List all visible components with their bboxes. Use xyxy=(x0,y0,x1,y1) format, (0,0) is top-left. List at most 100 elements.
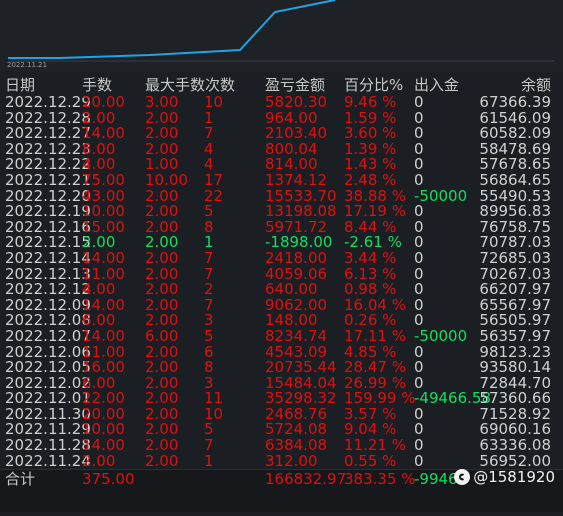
cell-flow: 0 xyxy=(414,202,424,221)
watermark: @1581920 xyxy=(454,468,555,486)
cell-count: 4 xyxy=(204,155,214,174)
cell-max-lots: 2.00 xyxy=(145,358,179,377)
cell-date: 2022.12.07 xyxy=(5,326,91,345)
cell-count: 7 xyxy=(204,248,214,267)
cell-max-lots: 3.00 xyxy=(145,93,179,111)
cell-pct: 0.55 % xyxy=(344,451,397,470)
cell-lots: 2.00 xyxy=(82,108,116,127)
table-row: 2022.11.29 10.00 2.00 5 5724.08 9.04 % 0 69060.… xyxy=(0,421,563,437)
table-row: 2022.12.27 14.00 2.00 7 2103.40 3.60 % 0 60582.… xyxy=(0,125,563,141)
cell-balance: 56864.65 xyxy=(479,170,551,189)
cell-lots: 6.00 xyxy=(82,373,116,392)
cell-count: 1 xyxy=(204,451,214,470)
equity-line xyxy=(8,0,336,59)
cell-lots: 4.00 xyxy=(82,155,116,174)
cell-balance: 69060.16 xyxy=(479,420,551,439)
cell-count: 8 xyxy=(204,358,214,377)
cell-balance: 57360.66 xyxy=(479,389,551,408)
cell-pnl: 6384.08 xyxy=(265,436,328,455)
cell-pct: 8.44 % xyxy=(344,217,397,236)
table-row: 2022.11.30 20.00 2.00 10 2468.76 3.57 % 0 71528… xyxy=(0,406,563,422)
table-row: 2022.12.16 15.00 2.00 8 5971.72 8.44 % 0 76758.… xyxy=(0,219,563,235)
cell-max-lots: 6.00 xyxy=(145,326,179,345)
cell-pct: 9.04 % xyxy=(344,420,397,439)
cell-flow: 0 xyxy=(414,233,424,252)
cell-balance: 63336.08 xyxy=(479,436,551,455)
cell-count: 7 xyxy=(204,295,214,314)
cell-pct: 38.88 % xyxy=(344,186,406,205)
total-pnl: 166832.97 xyxy=(265,470,347,488)
cell-pnl: 13198.08 xyxy=(265,202,337,221)
cell-flow: 0 xyxy=(414,373,424,392)
cell-count: 3 xyxy=(204,373,214,392)
table-row: 2022.12.29 20.00 3.00 10 5820.30 9.46 % 0 67366… xyxy=(0,94,563,110)
table-row: 2022.11.24 2.00 2.00 1 312.00 0.55 % 0 56952.00 xyxy=(0,453,563,469)
cell-count: 1 xyxy=(204,108,214,127)
cell-count: 22 xyxy=(204,186,224,205)
cell-pct: 17.19 % xyxy=(344,202,406,221)
cell-date: 2022.12.14 xyxy=(5,248,91,267)
cell-count: 11 xyxy=(204,389,224,408)
cell-max-lots: 2.00 xyxy=(145,264,179,283)
cell-balance: 58478.69 xyxy=(479,139,551,158)
table-row: 2022.12.19 10.00 2.00 5 13198.08 17.19 % 0 8995… xyxy=(0,203,563,219)
cell-lots: 15.00 xyxy=(82,217,125,236)
total-label: 合计 xyxy=(5,470,36,488)
cell-pct: 26.99 % xyxy=(344,373,406,392)
cell-count: 6 xyxy=(204,342,214,361)
chart-date-label: 2022.11.21 xyxy=(7,61,48,69)
cell-pct: 1.59 % xyxy=(344,108,397,127)
cell-date: 2022.12.06 xyxy=(5,342,91,361)
cell-max-lots: 2.00 xyxy=(145,311,179,330)
cell-date: 2022.12.27 xyxy=(5,124,91,143)
cell-max-lots: 2.00 xyxy=(145,295,179,314)
table-row: 2022.12.07 14.00 6.00 5 8234.74 17.11 % -50000… xyxy=(0,328,563,344)
cell-balance: 70787.03 xyxy=(479,233,551,252)
cell-pnl: 4543.09 xyxy=(265,342,328,361)
cell-pnl: 312.00 xyxy=(265,451,318,470)
cell-flow: 0 xyxy=(414,451,424,470)
cell-pnl: 800.04 xyxy=(265,139,318,158)
cell-pnl: 35298.32 xyxy=(265,389,337,408)
cell-balance: 56357.97 xyxy=(479,326,551,345)
cell-date: 2022.12.15 xyxy=(5,233,91,252)
cell-flow: 0 xyxy=(414,108,424,127)
watermark-text: @1581920 xyxy=(473,468,555,486)
cell-pnl: 15484.04 xyxy=(265,373,337,392)
cell-date: 2022.12.13 xyxy=(5,264,91,283)
table-header: 日期 手数 最大手数次数 盈亏金额 百分比% 出入金 余额 xyxy=(0,77,563,94)
cell-balance: 65567.97 xyxy=(479,295,551,314)
cell-pct: 3.44 % xyxy=(344,248,397,267)
cell-pct: 9.46 % xyxy=(344,93,397,111)
cell-date: 2022.12.02 xyxy=(5,373,91,392)
cell-lots: 8.00 xyxy=(82,139,116,158)
cell-count: 7 xyxy=(204,264,214,283)
cell-pnl: 9062.00 xyxy=(265,295,328,314)
cell-count: 5 xyxy=(204,326,214,345)
cell-balance: 98123.23 xyxy=(479,342,551,361)
cell-pnl: 964.00 xyxy=(265,108,318,127)
cell-lots: 20.00 xyxy=(82,404,125,423)
cell-pnl: 5820.30 xyxy=(265,93,328,111)
cell-max-lots: 2.00 xyxy=(145,373,179,392)
cell-balance: 60582.09 xyxy=(479,124,551,143)
cell-date: 2022.11.28 xyxy=(5,436,91,455)
header-max-lots: 最大手数次数 xyxy=(145,76,236,94)
cell-lots: 6.00 xyxy=(82,311,116,330)
cell-balance: 70267.03 xyxy=(479,264,551,283)
cell-date: 2022.12.28 xyxy=(5,108,91,127)
cell-pct: 28.47 % xyxy=(344,358,406,377)
cell-flow: 0 xyxy=(414,264,424,283)
cell-flow: 0 xyxy=(414,155,424,174)
cell-lots: 20.00 xyxy=(82,93,125,111)
cell-lots: 4.00 xyxy=(82,280,116,299)
cell-date: 2022.11.24 xyxy=(5,451,91,470)
cell-flow: 0 xyxy=(414,358,424,377)
cell-pct: -2.61 % xyxy=(344,233,402,252)
cell-max-lots: 2.00 xyxy=(145,186,179,205)
cell-date: 2022.12.16 xyxy=(5,217,91,236)
cell-max-lots: 2.00 xyxy=(145,108,179,127)
cell-count: 7 xyxy=(204,124,214,143)
cell-date: 2022.12.09 xyxy=(5,295,91,314)
cell-pct: 17.11 % xyxy=(344,326,406,345)
